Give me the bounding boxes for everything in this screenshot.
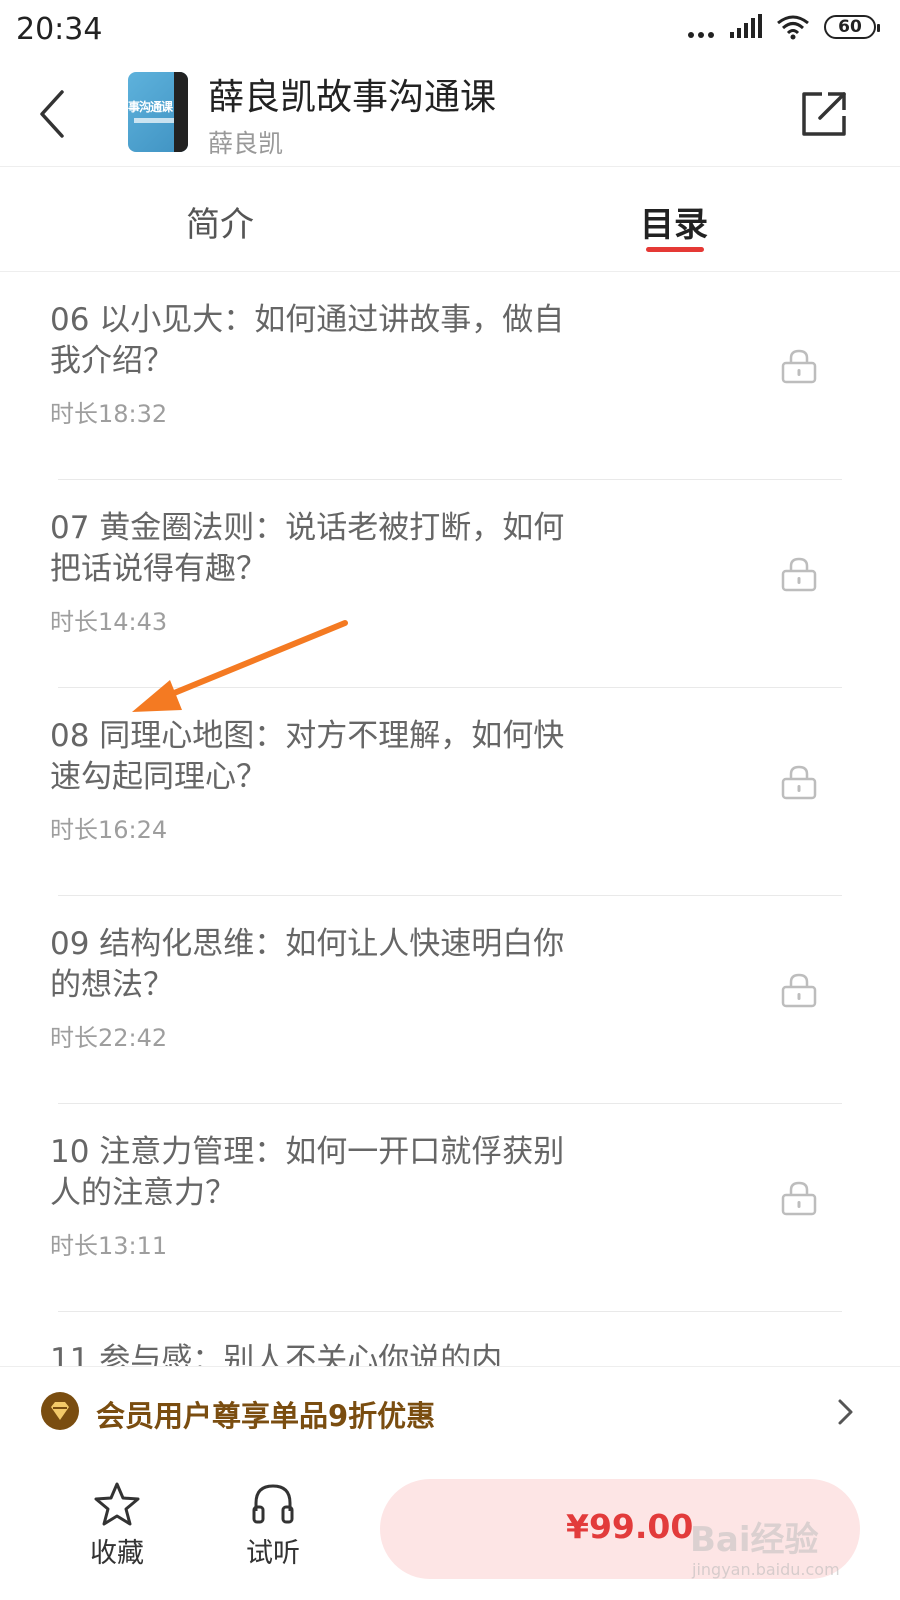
lesson-title: 08 同理心地图：对方不理解，如何快速勾起同理心？: [50, 718, 565, 795]
lesson-list[interactable]: 06 以小见大：如何通过讲故事，做自我介绍？ 时长18:32 07 黄金圈法则：…: [0, 272, 900, 1366]
lesson-duration: 时长22:42: [50, 1024, 168, 1052]
course-author: 薛良凯: [208, 129, 284, 158]
tab-catalog[interactable]: 目录: [640, 197, 708, 246]
headphones-icon: [252, 1484, 294, 1524]
lesson-title: 06 以小见大：如何通过讲故事，做自我介绍？: [50, 302, 565, 379]
tab-intro[interactable]: 简介: [186, 197, 254, 246]
watermark: Bai经验 jingyan.baidu.com: [690, 1502, 890, 1592]
lesson-item[interactable]: 09 结构化思维：如何让人快速明白你的想法？ 时长22:42: [0, 896, 900, 1104]
favorite-label: 收藏: [90, 1538, 144, 1569]
member-banner-text: 会员用户尊享单品9折优惠: [96, 1399, 436, 1433]
member-discount-banner[interactable]: 会员用户尊享单品9折优惠: [0, 1366, 900, 1460]
signal-icon: [730, 14, 762, 38]
lesson-title: 10 注意力管理：如何一开口就俘获别人的注意力？: [50, 1134, 565, 1211]
cover-shade: [174, 72, 188, 152]
active-tab-indicator: [646, 247, 704, 252]
status-time: 20:34: [16, 12, 103, 47]
lock-icon: [781, 349, 817, 384]
lesson-duration: 时长16:24: [50, 816, 168, 844]
lesson-title: 11 参与感：别人不关心你说的内: [50, 1342, 503, 1366]
lesson-duration: 时长13:11: [50, 1232, 168, 1260]
lesson-title: 09 结构化思维：如何让人快速明白你的想法？: [50, 926, 565, 1003]
lesson-duration: 时长14:43: [50, 608, 168, 636]
price-label: ¥99.00: [566, 1507, 694, 1546]
favorite-button[interactable]: 收藏: [72, 1481, 162, 1570]
watermark-url: jingyan.baidu.com: [692, 1560, 840, 1579]
preview-listen-label: 试听: [246, 1538, 300, 1569]
battery-icon: 60: [824, 15, 880, 39]
lock-icon: [781, 557, 817, 592]
status-icons: 60: [688, 14, 880, 40]
lock-icon: [781, 765, 817, 800]
lock-icon: [781, 1181, 817, 1216]
share-icon[interactable]: [798, 88, 850, 140]
watermark-text: Bai经验: [690, 1520, 819, 1560]
vip-diamond-icon: [41, 1392, 79, 1430]
chevron-right-icon: [838, 1399, 853, 1425]
cover-subtitle-bar: [134, 118, 174, 123]
status-bar: 20:34 60: [0, 0, 900, 62]
lesson-item[interactable]: 06 以小见大：如何通过讲故事，做自我介绍？ 时长18:32: [0, 272, 900, 480]
course-title: 薛良凯故事沟通课: [208, 77, 497, 118]
lesson-item[interactable]: 10 注意力管理：如何一开口就俘获别人的注意力？ 时长13:11: [0, 1104, 900, 1312]
back-icon[interactable]: [30, 84, 80, 144]
tab-bar: 简介 目录: [0, 167, 900, 272]
lesson-title: 07 黄金圈法则：说话老被打断，如何把话说得有趣？: [50, 510, 565, 587]
more-dots-icon: [688, 14, 714, 40]
lesson-item[interactable]: 08 同理心地图：对方不理解，如何快速勾起同理心？ 时长16:24: [0, 688, 900, 896]
lesson-item[interactable]: 11 参与感：别人不关心你说的内: [0, 1312, 900, 1366]
lock-icon: [781, 973, 817, 1008]
preview-listen-button[interactable]: 试听: [228, 1481, 318, 1570]
course-cover: 事沟通课: [128, 72, 188, 152]
lesson-duration: 时长18:32: [50, 400, 168, 428]
wifi-icon: [777, 15, 809, 40]
star-icon: [94, 1482, 140, 1526]
header: 事沟通课 薛良凯故事沟通课 薛良凯: [0, 62, 900, 167]
lesson-item[interactable]: 07 黄金圈法则：说话老被打断，如何把话说得有趣？ 时长14:43: [0, 480, 900, 688]
